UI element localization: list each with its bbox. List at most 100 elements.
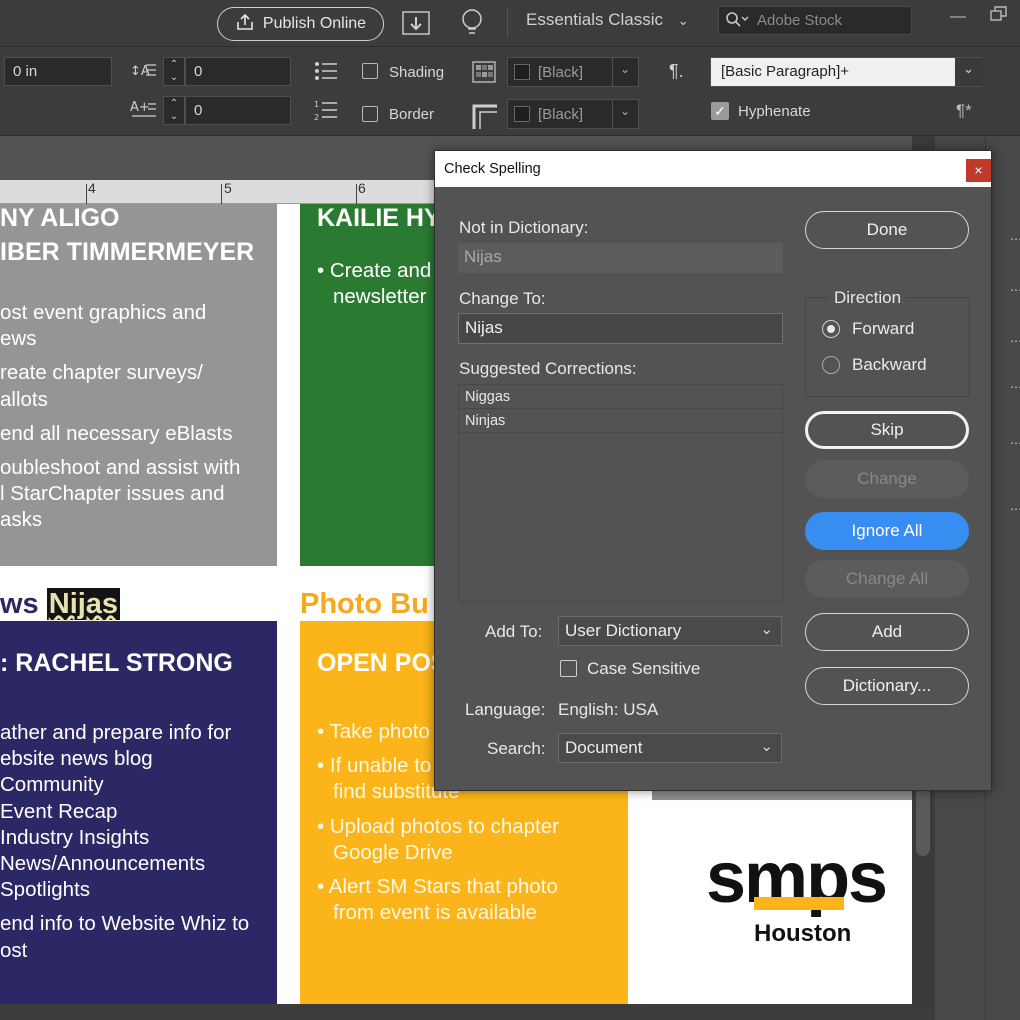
list-item: Industry Insights [0,825,150,849]
more-icon[interactable]: ⋯ [1010,283,1020,297]
change-all-button[interactable]: Change All [805,560,969,598]
svg-text:↕A: ↕A [130,64,150,79]
list-item: reate chapter surveys/ [0,361,203,385]
svg-text:1: 1 [314,100,319,109]
workspace-switcher[interactable]: Essentials Classic ⌄ [526,10,689,30]
upload-icon [235,13,255,36]
list-item-text: If unable to [329,754,432,778]
search-icon [725,11,751,33]
list-item: oubleshoot and assist with [0,456,241,480]
more-icon[interactable]: ⋯ [1010,232,1020,246]
ruler-tick [221,184,222,204]
shading-color-select[interactable]: [Black] ⌄ [507,57,639,87]
suggestions-list[interactable]: Niggas Ninjas [458,384,783,602]
svg-text:2: 2 [314,113,319,121]
horizontal-ruler: 4 5 6 [0,180,435,204]
workspace-label: Essentials Classic [526,10,663,29]
ruler-mark: 5 [224,180,232,196]
shading-swatch-label: [Black] [538,64,584,81]
task-list: • Create and newsletter [317,258,431,310]
close-icon[interactable]: × [966,159,991,182]
search-label: Search: [487,739,546,758]
backward-radio[interactable] [822,356,840,374]
paragraph-options-icon[interactable]: ¶* [956,101,972,121]
minimize-icon[interactable]: — [950,8,966,26]
shading-settings-icon[interactable] [472,61,496,88]
ignore-all-button[interactable]: Ignore All [805,512,969,550]
news-heading: ws Nijas [0,588,121,621]
color-swatch [514,64,530,80]
list-item: newsletter [333,285,427,309]
add-to-select[interactable]: User Dictionary ⌄ [558,616,782,646]
restore-icon[interactable] [990,6,1008,27]
list-item-text: Create and [329,259,432,282]
purple-panel: : RACHEL STRONG ather and prepare info f… [0,621,277,1004]
border-color-select[interactable]: [Black] ⌄ [507,99,639,129]
add-to-value: User Dictionary [565,621,682,640]
chevron-down-icon: ⌄ [620,104,631,118]
shading-checkbox[interactable] [362,63,378,79]
hyphenate-checkbox[interactable]: ✓ [711,102,729,120]
adobe-stock-search[interactable]: Adobe Stock [718,6,912,35]
more-icon[interactable]: ⋯ [1010,334,1020,348]
baseline-field[interactable]: 0 [185,57,291,86]
direction-label: Direction [830,288,906,308]
suggested-corrections-label: Suggested Corrections: [459,359,637,378]
dialog-titlebar[interactable]: Check Spelling × [435,151,991,187]
change-to-input[interactable]: Nijas [458,313,783,344]
list-item: • Alert SM Stars that photo [317,875,558,899]
done-button[interactable]: Done [805,211,969,249]
dialog-title: Check Spelling [444,161,541,177]
news-heading-text: ws [0,588,39,620]
misspelled-word-highlight[interactable]: Nijas [46,588,121,620]
panel-title: IBER TIMMERMEYER [0,238,255,266]
list-item: News/Announcements [0,852,206,876]
chevron-down-icon: ⌄ [620,62,631,76]
width-field[interactable]: 0 in [4,57,112,86]
forward-label: Forward [852,319,915,338]
forward-radio[interactable] [822,320,840,338]
more-icon[interactable]: ⋯ [1010,502,1020,516]
list-item: l StarChapter issues and [0,482,225,506]
list-item: from event is available [333,901,537,925]
hyphenate-label: Hyphenate [738,103,811,120]
divider [507,8,508,38]
search-scope-select[interactable]: Document ⌄ [558,733,782,763]
border-checkbox[interactable] [362,106,378,122]
space-stepper[interactable]: ⌃ ⌄ [163,96,185,125]
language-value: English: USA [558,700,659,719]
chevron-down-icon[interactable]: ⌄ [955,58,982,86]
ruler-tick [86,184,87,204]
baseline-stepper[interactable]: ⌃ ⌄ [163,57,185,86]
bulleted-list-icon[interactable] [314,61,338,86]
list-item: asks [0,508,43,532]
numbered-list-icon[interactable]: 12 [314,99,338,126]
skip-button[interactable]: Skip [805,411,969,449]
list-item[interactable]: Ninjas [459,409,782,433]
more-icon[interactable]: ⋯ [1010,436,1020,450]
panel-title: : RACHEL STRONG [0,649,233,677]
gray-panel: NY ALIGO IBER TIMMERMEYER ost event grap… [0,204,277,566]
case-sensitive-checkbox[interactable] [560,660,577,677]
chevron-down-icon: ⌄ [760,738,773,755]
share-document-icon[interactable] [402,11,432,42]
list-item[interactable]: Niggas [459,385,782,409]
task-list: ost event graphics and ews reate chapter… [0,300,240,534]
color-swatch [514,106,530,122]
more-icon[interactable]: ⋯ [1010,380,1020,394]
paragraph-style-select[interactable]: [Basic Paragraph]+ ⌄ [710,57,982,87]
list-item: end all necessary eBlasts [0,421,233,445]
publish-online-button[interactable]: Publish Online [217,7,384,41]
list-item: Google Drive [333,840,453,864]
change-button[interactable]: Change [805,460,969,498]
paragraph-style-label: [Basic Paragraph]+ [721,63,849,80]
list-item: Community [0,773,104,797]
border-settings-icon[interactable] [472,104,498,135]
border-swatch-label: [Black] [538,106,584,123]
space-field[interactable]: 0 [185,96,291,125]
add-to-label: Add To: [485,622,543,641]
lightbulb-icon[interactable] [460,8,484,43]
add-button[interactable]: Add [805,613,969,651]
dictionary-button[interactable]: Dictionary... [805,667,969,705]
chevron-down-icon: ⌄ [760,621,773,638]
